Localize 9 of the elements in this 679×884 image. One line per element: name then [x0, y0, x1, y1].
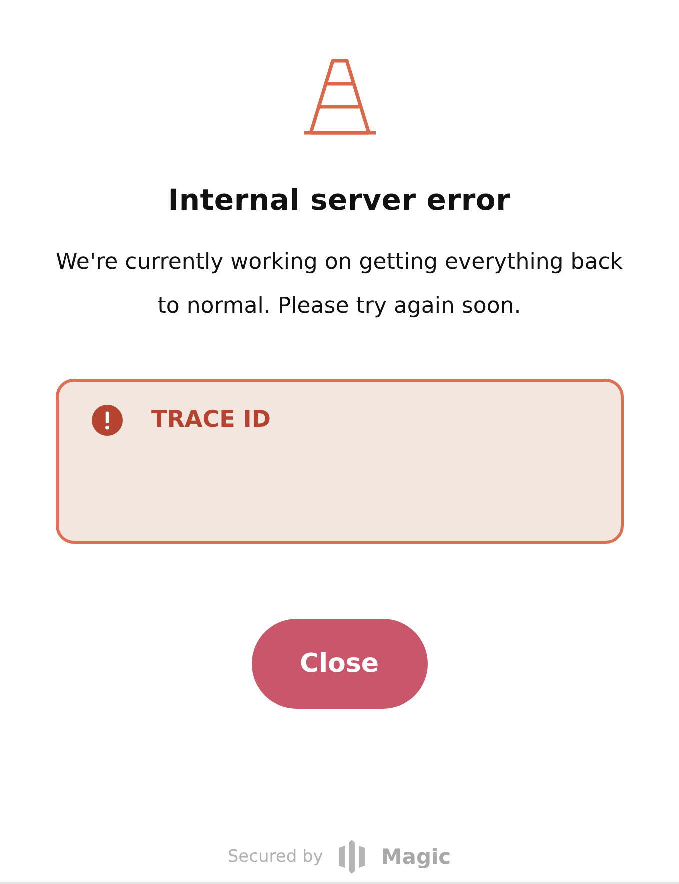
brand-name: Magic	[381, 845, 452, 869]
close-button[interactable]: Close	[252, 619, 428, 709]
trace-id-label: TRACE ID	[152, 406, 271, 435]
secured-by-text: Secured by	[228, 847, 324, 867]
error-title: Internal server error	[168, 183, 511, 217]
traffic-cone-icon	[302, 59, 378, 135]
error-message: We're currently working on getting everything back to normal. Please try again soon.	[54, 249, 624, 321]
alert-icon	[92, 405, 122, 436]
logo-icon	[337, 840, 368, 874]
